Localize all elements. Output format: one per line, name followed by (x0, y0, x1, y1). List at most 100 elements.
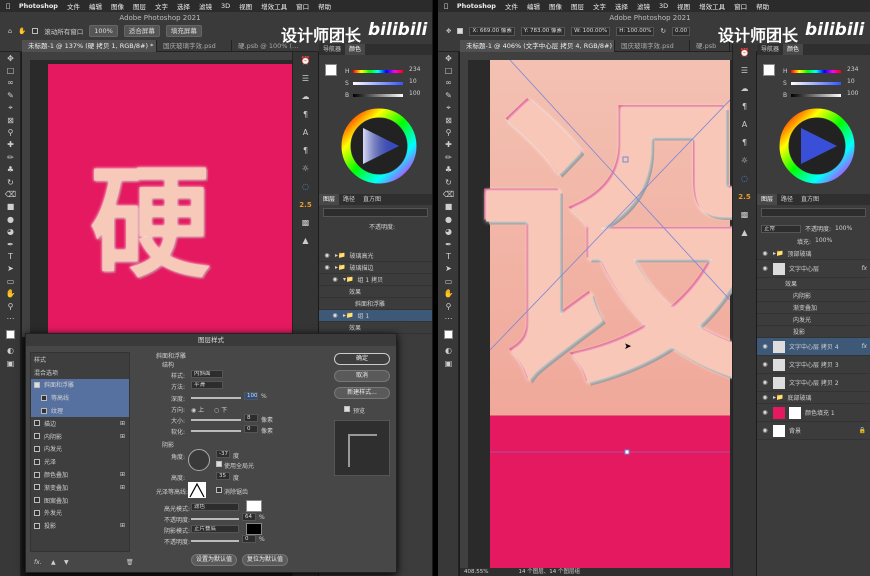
angle-dial[interactable] (188, 449, 210, 471)
quick-select-icon[interactable]: ✎ (438, 89, 459, 101)
preview-checkbox[interactable] (344, 406, 350, 412)
dodge-tool-icon[interactable]: ◕ (438, 225, 459, 237)
layer-row[interactable]: ◉ 背景 🔒 (757, 422, 870, 440)
eraser-tool-icon[interactable]: ⌫ (438, 188, 459, 200)
properties-icon[interactable]: ☰ (733, 62, 756, 80)
menu-help[interactable]: 帮助 (318, 1, 331, 11)
more-tools-icon[interactable]: ⋯ (0, 312, 21, 324)
scroll-all-checkbox[interactable] (32, 28, 39, 34)
add-inner-shadow-icon[interactable]: ⊞ (120, 433, 125, 440)
highlight-opacity-input[interactable]: 64 (242, 513, 256, 521)
crop-tool-icon[interactable]: ⌖ (0, 102, 21, 114)
fx-icon[interactable]: fx. (34, 559, 42, 566)
history-brush-icon[interactable]: ↻ (438, 176, 459, 188)
history-brush-icon[interactable]: ↻ (0, 176, 21, 188)
layer-row[interactable]: ◉ ▸📁 玻璃高光 (319, 250, 432, 262)
shape-tool-icon[interactable]: ▭ (0, 275, 21, 287)
blur-tool-icon[interactable]: ● (438, 213, 459, 225)
cancel-button[interactable]: 取消 (334, 370, 390, 382)
stamp-tool-icon[interactable]: ♣ (438, 164, 459, 176)
eye-icon[interactable]: ◉ (761, 379, 769, 386)
fit-screen-button[interactable]: 适合屏幕 (123, 25, 160, 37)
sat-value[interactable]: 10 (847, 78, 855, 85)
color-overlay-item[interactable]: 颜色叠加 ⊞ (31, 468, 129, 481)
quick-mask-icon[interactable]: ◐ (438, 345, 459, 357)
foreground-swatch[interactable] (325, 64, 337, 76)
antialias-row[interactable]: 消除锯齿 (216, 487, 248, 496)
history-icon[interactable]: ⏰ (733, 44, 756, 62)
eye-icon[interactable]: ◉ (331, 276, 339, 283)
layer-row[interactable]: ◉ 文字中心层 拷贝 2 (757, 374, 870, 392)
inner-glow-item[interactable]: 内发光 (31, 443, 129, 456)
eyedropper-icon[interactable]: ⚲ (438, 126, 459, 138)
depth-input[interactable]: 100 (244, 392, 258, 400)
menu-file[interactable]: 文件 (67, 1, 80, 11)
altitude-input[interactable]: 35 (216, 472, 230, 480)
hue-value[interactable]: 234 (847, 66, 858, 73)
timeline-icon[interactable]: ◌ (733, 170, 756, 188)
home-icon[interactable]: ⌂ (8, 27, 12, 35)
menu-window[interactable]: 窗口 (296, 1, 309, 11)
pattern-overlay-checkbox[interactable] (34, 497, 40, 504)
move-icon[interactable]: ✥ (446, 27, 451, 35)
menu-select[interactable]: 选择 (615, 1, 628, 11)
soften-input[interactable]: 0 (244, 425, 258, 433)
menu-edit[interactable]: 编辑 (527, 1, 540, 11)
make-default-button[interactable]: 设置为默认值 (191, 554, 237, 566)
crop-tool-icon[interactable]: ⌖ (438, 102, 459, 114)
properties-icon[interactable]: ☰ (293, 70, 318, 88)
gradient-tool-icon[interactable]: ■ (438, 201, 459, 213)
method-select[interactable]: 平滑 (191, 381, 223, 389)
tab-untitled[interactable]: 未标题-1 @ 137% (硬 拷贝 1, RGB/8#) * (22, 40, 157, 52)
gradient-overlay-item[interactable]: 渐变叠加 ⊞ (31, 481, 129, 494)
contour-checkbox[interactable] (41, 394, 47, 401)
hand-tool-icon[interactable]: ✋ (438, 287, 459, 299)
bevel-checkbox[interactable] (34, 381, 40, 388)
layer-row[interactable]: ◉ ▸📁 底部玻璃 (757, 392, 870, 404)
shadow-mode-select[interactable]: 正片叠底 (191, 525, 239, 533)
menu-layer[interactable]: 图层 (133, 1, 146, 11)
direction-down-radio[interactable]: ○ 下 (214, 405, 227, 414)
menu-plugins[interactable]: 增效工具 (699, 1, 725, 11)
foreground-swatch[interactable] (763, 64, 775, 76)
inner-shadow-checkbox[interactable] (34, 433, 40, 440)
tab-layers[interactable]: 图层 (757, 194, 778, 205)
menu-plugins[interactable]: 增效工具 (261, 1, 287, 11)
satin-checkbox[interactable] (34, 458, 40, 465)
styles-heading[interactable]: 样式 (31, 353, 129, 366)
sat-value[interactable]: 10 (409, 78, 417, 85)
color-swatches-icon[interactable] (0, 325, 21, 345)
angle-field[interactable]: 0.00 (671, 26, 691, 36)
shadow-opacity-input[interactable]: 0 (242, 535, 256, 543)
layer-row[interactable]: ◉ 文字中心层 fx (757, 260, 870, 278)
healing-brush-icon[interactable]: ✚ (0, 139, 21, 151)
texture-item[interactable]: 纹理 (31, 404, 129, 417)
contour-item[interactable]: 等高线 (31, 391, 129, 405)
status-zoom[interactable]: 408.55% (464, 568, 488, 576)
size-input[interactable]: 8 (244, 414, 258, 422)
brush-tool-icon[interactable]: ✏ (438, 151, 459, 163)
tab-paths[interactable]: 路径 (339, 194, 359, 205)
reference-point-checkbox[interactable] (457, 28, 464, 34)
tab-national-day[interactable]: 国庆玻璃字效.psd (157, 40, 232, 52)
tab-layers[interactable]: 图层 (319, 194, 340, 205)
eye-icon[interactable]: ◉ (761, 427, 769, 434)
texture-checkbox[interactable] (41, 407, 47, 414)
outer-glow-item[interactable]: 外发光 (31, 507, 129, 520)
marquee-tool-icon[interactable]: □ (0, 64, 21, 76)
glyphs-icon[interactable]: ¶ (733, 134, 756, 152)
tab-histogram[interactable]: 直方图 (359, 194, 385, 205)
style-select[interactable]: 内斜面 (191, 370, 223, 378)
layer-row-selected[interactable]: ◉ 文字中心层 拷贝 4 fx (757, 338, 870, 356)
zoom-tool-icon[interactable]: ⚲ (0, 300, 21, 312)
layer-row[interactable]: ◉ 文字中心层 拷贝 3 (757, 356, 870, 374)
app-menu[interactable]: Photoshop (457, 2, 496, 10)
color-swatches-icon[interactable] (438, 325, 459, 345)
effect-row[interactable]: 内阴影 (757, 290, 870, 302)
w-field[interactable]: W: 100.00% (571, 26, 611, 36)
shadow-opacity-slider[interactable] (191, 540, 239, 542)
layer-row[interactable]: ◉ ▸📁 顶部玻璃 (757, 248, 870, 260)
menu-help[interactable]: 帮助 (756, 1, 769, 11)
opacity-value[interactable]: 100% (835, 225, 852, 232)
ok-button[interactable]: 确定 (334, 353, 390, 365)
